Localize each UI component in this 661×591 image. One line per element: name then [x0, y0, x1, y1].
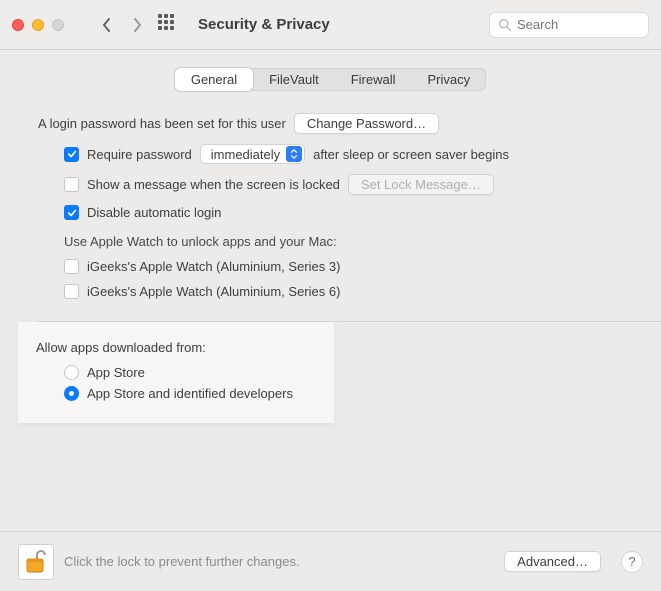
tab-filevault[interactable]: FileVault: [253, 68, 335, 91]
show-message-row: Show a message when the screen is locked…: [64, 174, 625, 195]
search-input[interactable]: [489, 12, 649, 38]
show-message-label: Show a message when the screen is locked: [87, 177, 340, 192]
allow-apps-section: Allow apps downloaded from: App Store Ap…: [36, 322, 625, 423]
show-all-prefs-icon[interactable]: [158, 14, 180, 36]
chevron-updown-icon: [286, 146, 302, 162]
lock-hint-text: Click the lock to prevent further change…: [64, 554, 300, 569]
apple-watch-heading: Use Apple Watch to unlock apps and your …: [64, 234, 625, 249]
tab-firewall[interactable]: Firewall: [335, 68, 412, 91]
disable-auto-login-checkbox[interactable]: [64, 205, 79, 220]
apple-watch-label-0: iGeeks's Apple Watch (Aluminium, Series …: [87, 259, 340, 274]
back-button[interactable]: [96, 14, 118, 36]
tab-bar: General FileVault Firewall Privacy: [36, 68, 625, 91]
apple-watch-checkbox-0[interactable]: [64, 259, 79, 274]
zoom-window-button[interactable]: [52, 19, 64, 31]
footer-bar: Click the lock to prevent further change…: [0, 531, 661, 591]
allow-apps-heading: Allow apps downloaded from:: [36, 340, 316, 355]
allow-app-store-radio[interactable]: [64, 365, 79, 380]
allow-identified-row: App Store and identified developers: [64, 386, 316, 401]
lock-open-icon: [24, 549, 48, 575]
apple-watch-device-row: iGeeks's Apple Watch (Aluminium, Series …: [64, 284, 625, 299]
close-window-button[interactable]: [12, 19, 24, 31]
require-password-delay-select[interactable]: immediately: [200, 144, 305, 164]
content-area: General FileVault Firewall Privacy A log…: [0, 50, 661, 531]
disable-auto-login-row: Disable automatic login: [64, 205, 625, 220]
allow-identified-label: App Store and identified developers: [87, 386, 293, 401]
disable-auto-login-label: Disable automatic login: [87, 205, 221, 220]
forward-button[interactable]: [126, 14, 148, 36]
require-password-row: Require password immediately after sleep…: [64, 144, 625, 164]
tab-privacy[interactable]: Privacy: [412, 68, 487, 91]
require-password-checkbox[interactable]: [64, 147, 79, 162]
apple-watch-device-row: iGeeks's Apple Watch (Aluminium, Series …: [64, 259, 625, 274]
show-message-checkbox[interactable]: [64, 177, 79, 192]
minimize-window-button[interactable]: [32, 19, 44, 31]
allow-app-store-label: App Store: [87, 365, 145, 380]
search-field[interactable]: [517, 17, 640, 32]
window-controls: [12, 19, 64, 31]
require-password-suffix: after sleep or screen saver begins: [313, 147, 509, 162]
allow-apps-highlight-box: Allow apps downloaded from: App Store Ap…: [18, 322, 334, 423]
tab-general[interactable]: General: [175, 68, 253, 91]
apple-watch-checkbox-1[interactable]: [64, 284, 79, 299]
set-lock-message-button: Set Lock Message…: [348, 174, 494, 195]
login-password-text: A login password has been set for this u…: [38, 116, 286, 131]
delay-value: immediately: [211, 147, 280, 162]
search-icon: [498, 18, 511, 31]
login-password-row: A login password has been set for this u…: [38, 113, 625, 134]
apple-watch-label-1: iGeeks's Apple Watch (Aluminium, Series …: [87, 284, 340, 299]
require-password-label: Require password: [87, 147, 192, 162]
advanced-button[interactable]: Advanced…: [504, 551, 601, 572]
lock-button[interactable]: [18, 544, 54, 580]
titlebar: Security & Privacy: [0, 0, 661, 50]
allow-app-store-row: App Store: [64, 365, 316, 380]
allow-identified-radio[interactable]: [64, 386, 79, 401]
change-password-button[interactable]: Change Password…: [294, 113, 439, 134]
window-title: Security & Privacy: [198, 16, 330, 33]
help-button[interactable]: ?: [621, 551, 643, 573]
